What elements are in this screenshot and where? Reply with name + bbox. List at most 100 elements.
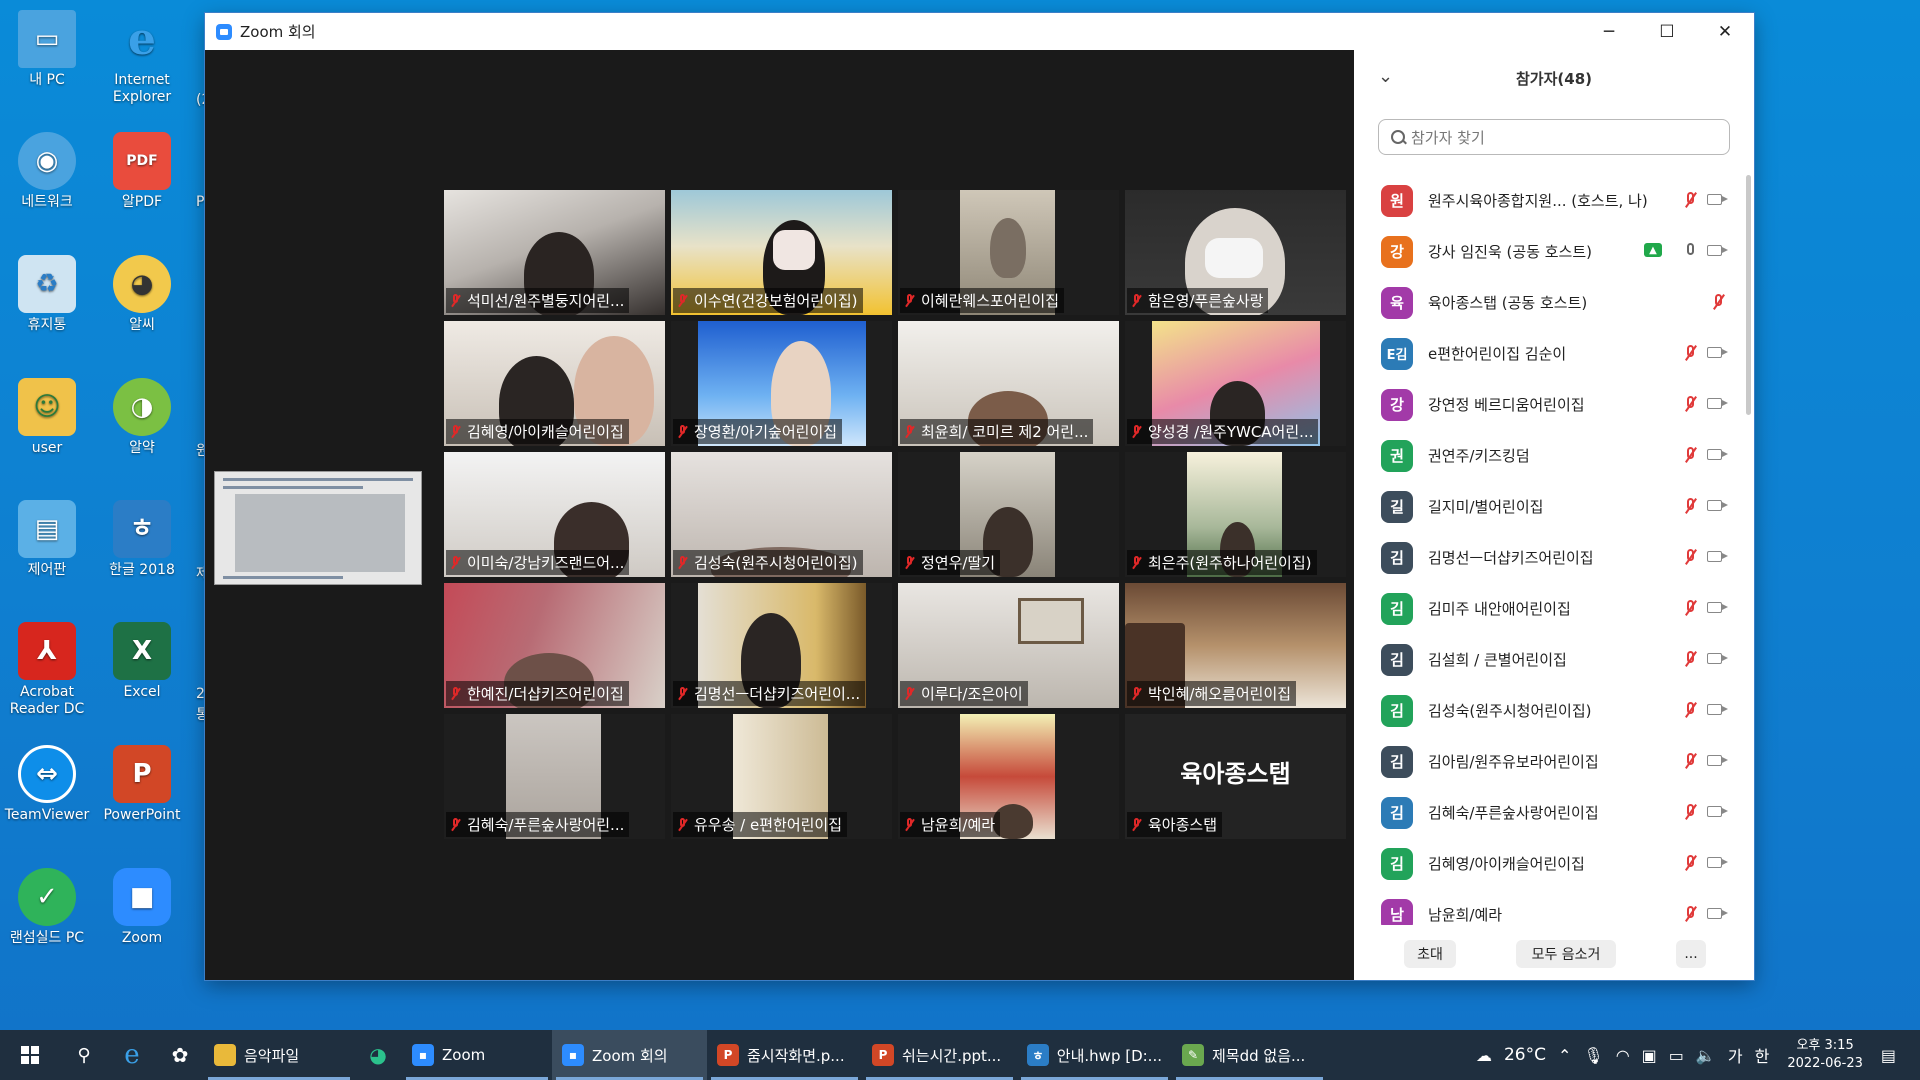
desktop-icon-my-pc[interactable]: ▭ 내 PC xyxy=(0,10,95,89)
ime-mode[interactable]: 가 xyxy=(1728,1043,1743,1067)
video-tile[interactable]: 박인혜/해오름어린이집 xyxy=(1125,583,1346,708)
video-off-icon[interactable] xyxy=(1707,551,1728,562)
taskbar-item-music-folder[interactable]: 음악파일 xyxy=(204,1030,354,1080)
desktop-icon-user[interactable]: ☺ user xyxy=(0,378,95,457)
video-tile[interactable]: 한예진/더샵키즈어린이집 xyxy=(444,583,665,708)
video-tile[interactable]: 남윤희/예라 xyxy=(898,714,1119,839)
ime-language[interactable]: 한 xyxy=(1755,1043,1770,1067)
internet-explorer-icon[interactable]: e xyxy=(108,1030,156,1080)
muted-mic-icon[interactable] xyxy=(1682,650,1698,670)
chevron-down-icon[interactable]: ⌄ xyxy=(1378,66,1393,87)
video-off-icon[interactable] xyxy=(1707,653,1728,664)
participant-row[interactable]: 강 강연정 베르디움어린이집 xyxy=(1354,379,1744,430)
participant-row[interactable]: 육 육아종스탭 (공동 호스트) xyxy=(1354,277,1744,328)
video-off-icon[interactable] xyxy=(1707,449,1728,460)
participant-row[interactable]: 김 김혜숙/푸른숲사랑어린이집 xyxy=(1354,787,1744,838)
muted-mic-icon[interactable] xyxy=(1682,803,1698,823)
participant-list-scrollbar[interactable] xyxy=(1746,175,1751,415)
mic-icon[interactable] xyxy=(1682,242,1698,262)
taskbar-item-paint[interactable]: ✎ 제목dd 없음... xyxy=(1172,1030,1327,1080)
desktop-icon-acrobat[interactable]: ⅄ Acrobat Reader DC xyxy=(0,622,95,718)
video-tile[interactable]: 이미숙/강남키즈랜드어... xyxy=(444,452,665,577)
video-off-icon[interactable] xyxy=(1707,194,1728,205)
video-tile[interactable]: 김혜숙/푸른숲사랑어린... xyxy=(444,714,665,839)
video-off-icon[interactable] xyxy=(1707,245,1728,256)
muted-mic-icon[interactable] xyxy=(1682,854,1698,874)
network-icon[interactable]: ▣ xyxy=(1642,1046,1657,1065)
participant-search-input[interactable]: 참가자 찾기 xyxy=(1378,119,1730,155)
video-off-icon[interactable] xyxy=(1707,602,1728,613)
video-off-icon[interactable] xyxy=(1707,755,1728,766)
close-button[interactable]: ✕ xyxy=(1696,13,1754,50)
mute-all-button[interactable]: 모두 음소거 xyxy=(1516,940,1616,968)
window-titlebar[interactable]: Zoom 회의 ─ ☐ ✕ xyxy=(205,13,1754,50)
video-off-icon[interactable] xyxy=(1707,500,1728,511)
video-tile[interactable]: 육아종스탭 육아종스탭 xyxy=(1125,714,1346,839)
desktop-icon-internet-explorer[interactable]: e Internet Explorer xyxy=(94,10,190,106)
desktop-icon-network[interactable]: ◉ 네트워크 xyxy=(0,132,95,211)
wifi-icon[interactable]: ◠ xyxy=(1616,1046,1630,1065)
video-tile[interactable]: 이혜란웨스포어린이집 xyxy=(898,190,1119,315)
video-tile[interactable]: 장영환/아기숲어린이집 xyxy=(671,321,892,446)
participant-row[interactable]: 김 김성숙(원주시청어린이집) xyxy=(1354,685,1744,736)
clock[interactable]: 오후 3:15 2022-06-23 xyxy=(1787,1037,1863,1073)
weather-icon[interactable]: ☁ xyxy=(1476,1046,1492,1065)
video-tile[interactable]: 양성경 /원주YWCA어린... xyxy=(1125,321,1346,446)
participant-row[interactable]: 김 김아림/원주유보라어린이집 xyxy=(1354,736,1744,787)
desktop-icon-zoom[interactable]: ■ Zoom xyxy=(94,868,190,947)
desktop-icon-alpdf[interactable]: PDF 알PDF xyxy=(94,132,190,211)
chevron-up-icon[interactable]: ⌃ xyxy=(1558,1046,1571,1065)
taskbar-item-zoom-meeting[interactable]: ▪ Zoom 회의 xyxy=(552,1030,707,1080)
muted-mic-icon[interactable] xyxy=(1682,701,1698,721)
muted-mic-icon[interactable] xyxy=(1682,395,1698,415)
participant-row[interactable]: E김 e편한어린이집 김순이 xyxy=(1354,328,1744,379)
start-button[interactable] xyxy=(0,1030,60,1080)
video-off-icon[interactable] xyxy=(1707,347,1728,358)
video-tile[interactable]: 김성숙(원주시청어린이집) xyxy=(671,452,892,577)
desktop-icon-alyac[interactable]: ◑ 알약 xyxy=(94,378,190,457)
video-tile[interactable]: 김혜영/아이캐슬어린이집 xyxy=(444,321,665,446)
participant-row[interactable]: 김 김혜영/아이캐슬어린이집 xyxy=(1354,838,1744,889)
desktop-icon-hangul[interactable]: ㅎ 한글 2018 xyxy=(94,500,190,579)
more-options-button[interactable]: ... xyxy=(1676,940,1706,968)
desktop-icon-alsee[interactable]: ◕ 알씨 xyxy=(94,255,190,334)
desktop-icon-recycle-bin[interactable]: ♻ 휴지통 xyxy=(0,255,95,334)
participant-row[interactable]: 김 김명선ㅡ더샵키즈어린이집 xyxy=(1354,532,1744,583)
desktop-icon-ransomshield[interactable]: ✓ 랜섬실드 PC xyxy=(0,868,95,947)
weather-temp[interactable]: 26°C xyxy=(1504,1045,1546,1065)
muted-mic-icon[interactable] xyxy=(1710,293,1726,313)
desktop-icon-excel[interactable]: X Excel xyxy=(94,622,190,701)
video-tile[interactable]: 이루다/조은아이 xyxy=(898,583,1119,708)
muted-mic-icon[interactable] xyxy=(1682,905,1698,925)
video-off-icon[interactable] xyxy=(1707,806,1728,817)
video-off-icon[interactable] xyxy=(1707,704,1728,715)
participant-row[interactable]: 원 원주시육아종합지원... (호스트, 나) xyxy=(1354,175,1744,226)
participant-row[interactable]: 남 남윤희/예라 xyxy=(1354,889,1744,925)
invite-button[interactable]: 초대 xyxy=(1404,940,1456,968)
video-off-icon[interactable] xyxy=(1707,857,1728,868)
notification-icon[interactable]: ▤ xyxy=(1881,1046,1896,1065)
participant-row[interactable]: 길 길지미/별어린이집 xyxy=(1354,481,1744,532)
desktop-icon-control-panel[interactable]: ▤ 제어판 xyxy=(0,500,95,579)
taskbar-item-ppt-start[interactable]: P 줌시작화면.p... xyxy=(707,1030,862,1080)
muted-mic-icon[interactable] xyxy=(1682,599,1698,619)
video-tile[interactable]: 함은영/푸른숲사랑 xyxy=(1125,190,1346,315)
video-off-icon[interactable] xyxy=(1707,908,1728,919)
muted-mic-icon[interactable] xyxy=(1682,344,1698,364)
edge-icon[interactable]: ◕ xyxy=(354,1030,402,1080)
participant-row[interactable]: 권 권연주/키즈킹덤 xyxy=(1354,430,1744,481)
minimize-button[interactable]: ─ xyxy=(1580,13,1638,50)
taskbar-item-ppt-break[interactable]: P 쉬는시간.ppt... xyxy=(862,1030,1017,1080)
participant-row[interactable]: 강 강사 임진욱 (공동 호스트) ▲ xyxy=(1354,226,1744,277)
taskbar-item-hwp[interactable]: ㅎ 안내.hwp [D:... xyxy=(1017,1030,1172,1080)
desktop-icon-teamviewer[interactable]: ⇔ TeamViewer xyxy=(0,745,95,824)
video-tile[interactable]: 유우송 / e편한어린이집 xyxy=(671,714,892,839)
muted-mic-icon[interactable] xyxy=(1682,446,1698,466)
maximize-button[interactable]: ☐ xyxy=(1638,13,1696,50)
battery-icon[interactable]: ▭ xyxy=(1669,1046,1684,1065)
video-off-icon[interactable] xyxy=(1707,398,1728,409)
muted-mic-icon[interactable] xyxy=(1682,548,1698,568)
video-tile[interactable]: 김명선ㅡ더샵키즈어린이... xyxy=(671,583,892,708)
participant-row[interactable]: 김 김미주 내안애어린이집 xyxy=(1354,583,1744,634)
shared-screen-thumbnail[interactable] xyxy=(214,471,422,585)
